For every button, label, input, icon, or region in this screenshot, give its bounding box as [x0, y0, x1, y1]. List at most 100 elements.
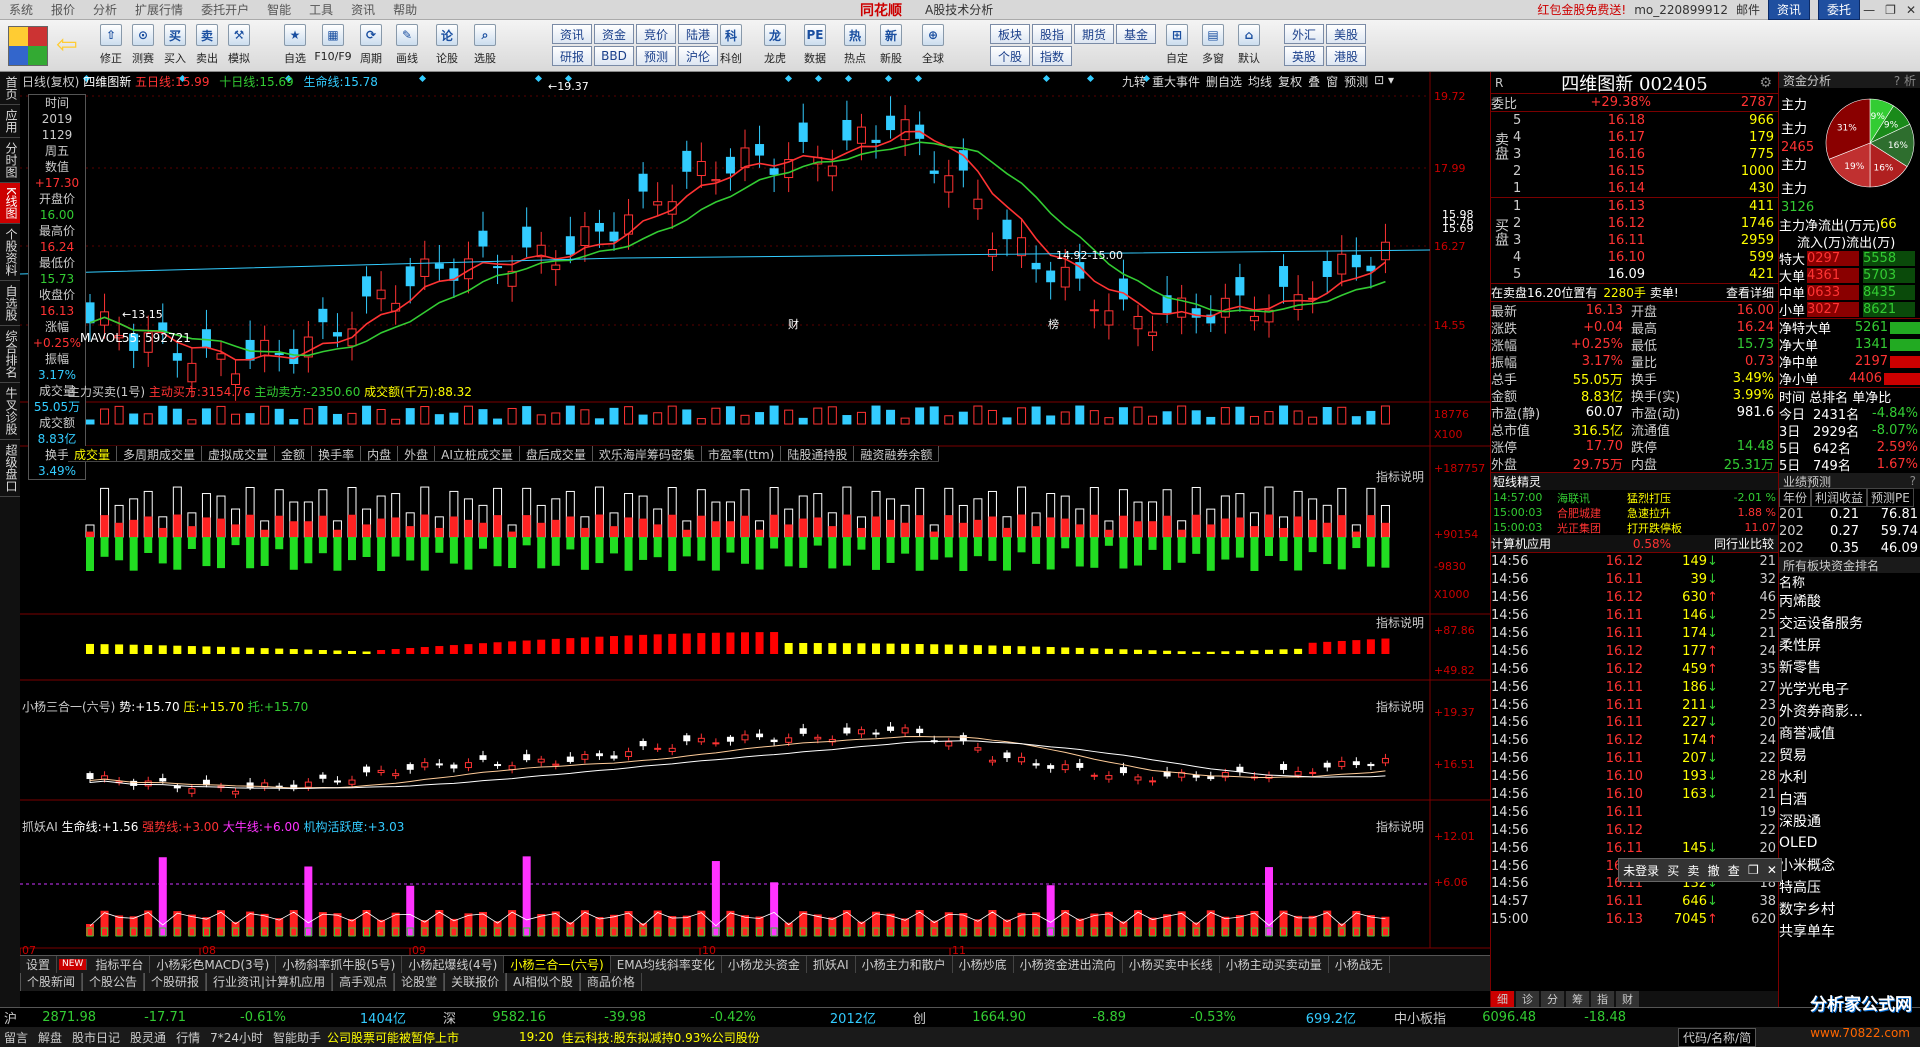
- layout-icon[interactable]: [8, 26, 48, 66]
- info-tab-2[interactable]: 个股研报: [144, 973, 207, 991]
- quick-btn-4[interactable]: 研报: [552, 46, 592, 66]
- chart-tool-2[interactable]: 删自选: [1206, 73, 1242, 90]
- formula-tab-6[interactable]: 小杨三合一(六号): [504, 956, 611, 973]
- formula-tab-13[interactable]: 小杨买卖中长线: [1123, 956, 1220, 973]
- bottom-item-5[interactable]: 7*24小时: [210, 1029, 263, 1046]
- quick-btn-8[interactable]: 板块: [990, 24, 1030, 44]
- toolbar-btn-9[interactable]: 论论股: [432, 24, 462, 66]
- sell-row-2[interactable]: 2 16.15 1000: [1513, 163, 1778, 180]
- formula-tab-11[interactable]: 小杨炒底: [953, 956, 1014, 973]
- bottom-item-0[interactable]: 留言: [4, 1029, 28, 1046]
- leftnav-tab-0[interactable]: 首页: [0, 72, 20, 105]
- back-arrow-icon[interactable]: ⇦: [56, 32, 78, 58]
- sector-item[interactable]: 水利: [1779, 766, 1920, 788]
- chart-tool-0[interactable]: 九转: [1122, 73, 1146, 90]
- leftnav-tab-2[interactable]: 分时图: [0, 138, 20, 183]
- menu-item-1[interactable]: 报价: [42, 1, 84, 18]
- buy-row-5[interactable]: 5 16.09 421: [1513, 266, 1778, 283]
- indicator-tab-8[interactable]: 盘后成交量: [520, 446, 593, 462]
- chart-tool-3[interactable]: 均线: [1248, 73, 1272, 90]
- sector-item[interactable]: 光学光电子: [1779, 678, 1920, 700]
- sector-item[interactable]: 外资券商影…: [1779, 700, 1920, 722]
- quick-btn-1[interactable]: 资金: [594, 24, 634, 44]
- popup-query-button[interactable]: 查: [1728, 862, 1740, 879]
- restore-icon[interactable]: ❐: [1748, 863, 1759, 877]
- sell-row-1[interactable]: 1 16.14 430: [1513, 180, 1778, 197]
- bottom-item-3[interactable]: 股灵通: [130, 1029, 166, 1046]
- toolbar-btn-18[interactable]: ▤ 多窗: [1198, 24, 1228, 66]
- sector-item[interactable]: 柔性屏: [1779, 634, 1920, 656]
- leftnav-tab-3[interactable]: K线图: [0, 183, 20, 224]
- indicator-tab-10[interactable]: 市盈率(ttm): [702, 446, 782, 462]
- chart-tool-4[interactable]: 复权: [1278, 73, 1302, 90]
- quick-btn-14[interactable]: 个股: [990, 46, 1030, 66]
- toolbar-btn-15[interactable]: 新新股: [876, 24, 906, 66]
- news-ticker[interactable]: 佳云科技:股东拟减持0.93%公司股份: [562, 1029, 760, 1046]
- formula-tab-10[interactable]: 小杨主力和散户: [856, 956, 953, 973]
- toolbar-btn-2[interactable]: 买买入: [160, 24, 190, 66]
- menu-item-2[interactable]: 分析: [84, 1, 126, 18]
- formula-tab-3[interactable]: 小杨彩色MACD(3号): [150, 956, 277, 973]
- leftnav-tab-6[interactable]: 综合排名: [0, 326, 20, 383]
- formula-tab-12[interactable]: 小杨资金进出流向: [1014, 956, 1123, 973]
- perf-help-icon[interactable]: ?: [1910, 474, 1916, 488]
- quick-btn-6[interactable]: 预测: [636, 46, 676, 66]
- leftnav-tab-4[interactable]: 个股资料: [0, 224, 20, 281]
- perf-tab-0[interactable]: 年份: [1779, 488, 1812, 507]
- indicator-tab-12[interactable]: 融资融券余额: [854, 446, 940, 462]
- info-tab-4[interactable]: 高手观点: [332, 973, 395, 991]
- indicator-tab-2[interactable]: 虚拟成交量: [202, 446, 276, 462]
- news-alert[interactable]: 公司股票可能被暂停上市: [327, 1029, 459, 1046]
- quick-btn-19[interactable]: 美股: [1326, 24, 1366, 44]
- toolbar-btn-4[interactable]: ⚒ 模拟: [224, 24, 254, 66]
- popup-sell-button[interactable]: 卖: [1687, 862, 1699, 879]
- chart-tool-7[interactable]: 预测: [1344, 73, 1368, 90]
- bottom-item-6[interactable]: 智能助手: [273, 1029, 321, 1046]
- chart-tool-6[interactable]: 窗: [1326, 73, 1338, 90]
- window-close-icon[interactable]: ✕: [1906, 3, 1916, 17]
- popup-cancel-button[interactable]: 撤: [1708, 862, 1720, 879]
- toolbar-btn-0[interactable]: ⇧ 修正: [96, 24, 126, 66]
- quote-bottom-tab-4[interactable]: 指: [1591, 991, 1614, 1007]
- trade-button[interactable]: 委托: [1817, 0, 1860, 20]
- quick-btn-16[interactable]: 期货: [1074, 24, 1114, 44]
- quick-btn-17[interactable]: 基金: [1116, 24, 1156, 44]
- toolbar-btn-3[interactable]: 卖卖出: [192, 24, 222, 66]
- sector-item[interactable]: 小米概念: [1779, 854, 1920, 876]
- close-icon[interactable]: ✕: [1767, 863, 1777, 877]
- notice-detail-link[interactable]: 查看详细: [1726, 284, 1778, 301]
- login-status[interactable]: 未登录: [1623, 862, 1659, 879]
- formula-tab-4[interactable]: 小杨斜率抓牛股(5号): [276, 956, 403, 973]
- leftnav-tab-7[interactable]: 牛叉诊股: [0, 383, 20, 440]
- sector-item[interactable]: 共享单车: [1779, 920, 1920, 942]
- quick-btn-15[interactable]: 指数: [1032, 46, 1072, 66]
- short-elf-item[interactable]: 15:00:03 合肥城建 急速拉升 1.88 %: [1491, 505, 1778, 520]
- sector-item[interactable]: 深股通: [1779, 810, 1920, 832]
- maximize-icon[interactable]: ❐: [1885, 3, 1896, 17]
- lock-icon[interactable]: ⊡ ▾: [1374, 73, 1394, 90]
- sell-row-5[interactable]: 5 16.18 966: [1513, 112, 1778, 129]
- quick-btn-9[interactable]: 股指: [1032, 24, 1072, 44]
- quick-btn-5[interactable]: BBD: [594, 46, 634, 66]
- formula-tab-8[interactable]: 小杨龙头资金: [722, 956, 807, 973]
- bottom-item-1[interactable]: 解盘: [38, 1029, 62, 1046]
- username[interactable]: mo_220899912: [1634, 3, 1728, 17]
- quick-btn-3[interactable]: 陆港: [678, 24, 718, 44]
- sell-row-3[interactable]: 3 16.16 775: [1513, 146, 1778, 163]
- sector-item[interactable]: 新零售: [1779, 656, 1920, 678]
- toolbar-btn-11[interactable]: 科科创: [716, 24, 746, 66]
- chart-tool-5[interactable]: 叠: [1308, 73, 1320, 90]
- toolbar-btn-14[interactable]: 热热点: [840, 24, 870, 66]
- sector-item[interactable]: 丙烯酸: [1779, 590, 1920, 612]
- quick-btn-7[interactable]: 沪伦: [678, 46, 718, 66]
- toolbar-btn-8[interactable]: ✎ 画线: [392, 24, 422, 66]
- info-tab-8[interactable]: 商品价格: [579, 973, 642, 991]
- menu-item-7[interactable]: 资讯: [342, 1, 384, 18]
- indicator-tab-11[interactable]: 陆股通持股: [781, 446, 855, 462]
- quote-bottom-tab-2[interactable]: 分: [1541, 991, 1564, 1007]
- bottom-item-4[interactable]: 行情: [176, 1029, 200, 1046]
- toolbar-btn-13[interactable]: PE 数据: [800, 24, 830, 66]
- chart-area[interactable]: 19.72 17.99 16.27 14.55 ←19.37 ←13.15 14.92-15…: [20, 72, 1490, 955]
- menu-item-5[interactable]: 智能: [258, 1, 300, 18]
- indicator-tab-1[interactable]: 多周期成交量: [117, 446, 203, 462]
